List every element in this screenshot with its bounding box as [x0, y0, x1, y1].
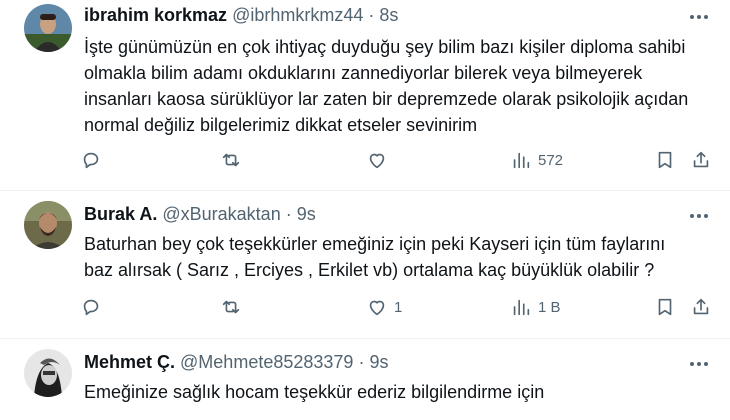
views-icon — [513, 152, 530, 169]
more-icon[interactable] — [686, 205, 712, 227]
reply-icon — [83, 152, 99, 169]
views-count: 572 — [538, 151, 564, 169]
tweet-header: Mehmet Ç. @Mehmete85283379 · 9s — [84, 351, 388, 373]
action-bar: 1 1 B — [80, 293, 720, 321]
bookmark-button[interactable] — [654, 293, 676, 321]
separator-dot: · — [358, 352, 365, 372]
avatar[interactable] — [24, 201, 72, 249]
tweet-text: Emeğinize sağlık hocam teşekkür ederiz b… — [84, 382, 545, 402]
tweet-header: ibrahim korkmaz @ibrhmkrkmz44 · 8s — [84, 4, 398, 26]
timestamp[interactable]: 8s — [379, 5, 398, 25]
retweet-button[interactable] — [220, 146, 248, 174]
user-handle[interactable]: @ibrhmkrkmz44 — [232, 5, 363, 25]
bookmark-icon — [658, 298, 672, 316]
retweet-button[interactable] — [220, 293, 248, 321]
views-icon — [513, 299, 530, 316]
tweet-text: Baturhan bey çok teşekkürler emeğiniz iç… — [84, 234, 666, 280]
like-button[interactable]: 1 — [366, 293, 402, 321]
tweet-2[interactable]: Burak A. @xBurakaktan · 9s Baturhan bey … — [0, 191, 730, 338]
share-button[interactable] — [690, 146, 712, 174]
avatar[interactable] — [24, 349, 72, 397]
tweet-3[interactable]: Mehmet Ç. @Mehmete85283379 · 9s Emeğiniz… — [0, 339, 730, 420]
share-button[interactable] — [690, 293, 712, 321]
like-button[interactable] — [366, 146, 394, 174]
retweet-icon — [222, 153, 240, 167]
reply-icon — [83, 299, 99, 316]
more-icon[interactable] — [686, 353, 712, 375]
like-count: 1 — [394, 298, 403, 316]
display-name[interactable]: Burak A. — [84, 204, 157, 224]
reply-button[interactable] — [80, 293, 108, 321]
heart-icon — [369, 153, 385, 169]
display-name[interactable]: Mehmet Ç. — [84, 352, 175, 372]
share-icon — [693, 151, 709, 168]
tweet-text: İşte günümüzün en çok ihtiyaç duyduğu şe… — [84, 37, 689, 135]
bookmark-icon — [658, 151, 672, 169]
share-icon — [693, 298, 709, 315]
display-name[interactable]: ibrahim korkmaz — [84, 5, 227, 25]
views-button[interactable]: 572 — [510, 146, 563, 174]
avatar[interactable] — [24, 4, 72, 52]
views-count: 1 B — [538, 298, 561, 316]
tweet-1[interactable]: ibrahim korkmaz @ibrhmkrkmz44 · 8s İşte … — [0, 0, 730, 190]
more-icon[interactable] — [686, 6, 712, 28]
views-button[interactable]: 1 B — [510, 293, 561, 321]
separator-dot: · — [285, 204, 292, 224]
user-handle[interactable]: @Mehmete85283379 — [180, 352, 353, 372]
timestamp[interactable]: 9s — [297, 204, 316, 224]
heart-icon — [369, 300, 385, 316]
tweet-header: Burak A. @xBurakaktan · 9s — [84, 203, 316, 225]
reply-button[interactable] — [80, 146, 108, 174]
bookmark-button[interactable] — [654, 146, 676, 174]
action-bar: 572 — [80, 146, 720, 174]
user-handle[interactable]: @xBurakaktan — [162, 204, 280, 224]
timestamp[interactable]: 9s — [369, 352, 388, 372]
retweet-icon — [222, 300, 240, 314]
separator-dot: · — [368, 5, 375, 25]
